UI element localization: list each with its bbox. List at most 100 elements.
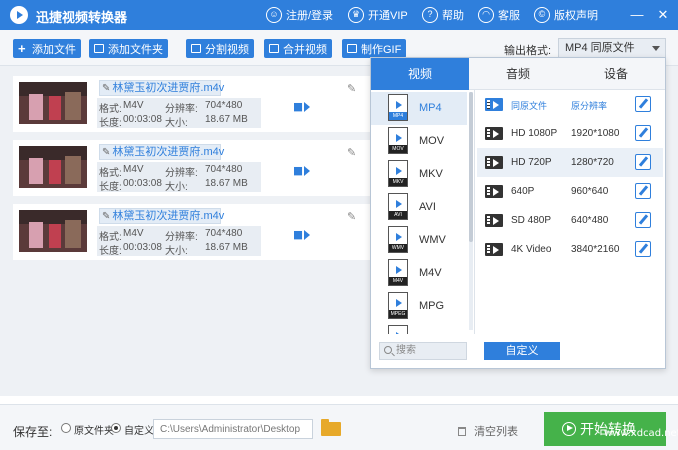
- split-video-button[interactable]: 分割视频: [186, 39, 254, 58]
- service-link[interactable]: ◠ 客服: [478, 5, 520, 25]
- close-icon[interactable]: ✕: [654, 5, 672, 25]
- format-item-mpg[interactable]: MPEG MPG: [371, 290, 467, 323]
- duration-value: 00:03:08: [123, 242, 162, 253]
- preset-name: 同原文件: [511, 101, 548, 111]
- minimize-icon[interactable]: —: [628, 5, 646, 25]
- format-item-next[interactable]: [371, 323, 467, 334]
- preset-640p[interactable]: 640P 960*640: [477, 177, 663, 206]
- preset-same-as-source[interactable]: 同原文件 原分辨率: [477, 90, 663, 119]
- file-name: 林黛玉初次进贾府.m4v: [112, 146, 225, 158]
- format-name: AVI: [419, 201, 436, 213]
- film-icon: [485, 156, 503, 169]
- file-name-field[interactable]: ✎ 林黛玉初次进贾府.m4v: [99, 144, 225, 160]
- output-format-label: 输出格式:: [504, 45, 552, 57]
- video-file-icon: M4V: [388, 259, 408, 286]
- user-icon: ☺: [266, 7, 282, 23]
- service-link-label: 客服: [498, 10, 520, 22]
- pencil-icon: ✎: [102, 147, 111, 158]
- pencil-icon[interactable]: ✎: [347, 82, 356, 95]
- copyright-icon: ©: [534, 7, 550, 23]
- preset-4k-video[interactable]: 4K Video 3840*2160: [477, 235, 663, 264]
- format-name: MP4: [419, 102, 442, 114]
- output-format-select[interactable]: MP4 同原文件: [558, 38, 666, 58]
- video-file-icon: WMV: [388, 226, 408, 253]
- format-list-scrollbar[interactable]: [469, 92, 473, 330]
- save-path-input[interactable]: [153, 419, 313, 439]
- vip-link[interactable]: ♛ 开通VIP: [348, 5, 408, 25]
- add-folder-label: 添加文件夹: [108, 43, 163, 56]
- radio-original-folder[interactable]: [61, 423, 71, 433]
- tab-device[interactable]: 设备: [567, 58, 665, 90]
- title-bar: 迅捷视频转换器 ☺ 注册/登录 ♛ 开通VIP ? 帮助 ◠ 客服 © 版权声明…: [0, 0, 678, 30]
- search-placeholder: 搜索: [396, 345, 416, 356]
- size-value: 18.67 MB: [205, 114, 248, 125]
- edit-icon[interactable]: [635, 125, 651, 141]
- edit-icon[interactable]: [635, 96, 651, 112]
- help-link[interactable]: ? 帮助: [422, 5, 464, 25]
- radio-custom-folder[interactable]: [111, 423, 121, 433]
- file-name-field[interactable]: ✎ 林黛玉初次进贾府.m4v: [99, 80, 224, 96]
- merge-video-label: 合并视频: [283, 43, 327, 56]
- watermark: www.xdcad.net: [604, 428, 678, 439]
- format-name: M4V: [419, 267, 442, 279]
- help-link-label: 帮助: [442, 10, 464, 22]
- add-folder-button[interactable]: 添加文件夹: [89, 39, 168, 58]
- edit-icon[interactable]: [635, 241, 651, 257]
- custom-preset-button[interactable]: 自定义: [484, 342, 560, 360]
- duration-value: 00:03:08: [123, 114, 162, 125]
- file-item[interactable]: ✎ 林黛玉初次进贾府.m4v 格式: M4V 分辨率: 704*480 长度: 0…: [13, 76, 373, 132]
- format-search-input[interactable]: 搜索: [379, 342, 467, 360]
- tab-video[interactable]: 视频: [371, 58, 469, 90]
- format-item-avi[interactable]: AVI AVI: [371, 191, 467, 224]
- format-item-m4v[interactable]: M4V M4V: [371, 257, 467, 290]
- size-label: 大小:: [165, 246, 188, 257]
- video-file-icon: MOV: [388, 127, 408, 154]
- preset-hd-1080p[interactable]: HD 1080P 1920*1080: [477, 119, 663, 148]
- merge-video-button[interactable]: 合并视频: [264, 39, 332, 58]
- format-item-mov[interactable]: MOV MOV: [371, 125, 467, 158]
- film-icon: [485, 127, 503, 140]
- make-gif-button[interactable]: 制作GIF: [342, 39, 407, 58]
- file-name-field[interactable]: ✎ 林黛玉初次进贾府.m4v: [99, 208, 224, 224]
- login-link-label: 注册/登录: [286, 10, 334, 22]
- login-link[interactable]: ☺ 注册/登录: [266, 5, 333, 25]
- preset-sd-480p[interactable]: SD 480P 640*480: [477, 206, 663, 235]
- file-item[interactable]: ✎ 林黛玉初次进贾府.m4v 格式: M4V 分辨率: 704*480 长度: 0…: [13, 140, 373, 196]
- edit-icon[interactable]: [635, 183, 651, 199]
- preset-hd-720p[interactable]: HD 720P 1280*720: [477, 148, 663, 177]
- chevron-down-icon: [652, 46, 660, 51]
- preset-resolution: 原分辨率: [571, 101, 608, 111]
- copyright-link[interactable]: © 版权声明: [534, 5, 598, 25]
- format-item-wmv[interactable]: WMV WMV: [371, 224, 467, 257]
- format-name: MOV: [419, 135, 445, 147]
- edit-icon[interactable]: [635, 154, 651, 170]
- pencil-icon[interactable]: ✎: [347, 210, 356, 223]
- preset-resolution: 3840*2160: [571, 244, 620, 255]
- preset-resolution: 960*640: [571, 186, 609, 197]
- format-item-mp4[interactable]: MP4 MP4: [371, 92, 467, 125]
- clear-list-button[interactable]: 清空列表: [458, 423, 518, 439]
- video-thumbnail: [19, 146, 87, 188]
- vip-link-label: 开通VIP: [368, 10, 408, 22]
- merge-icon: [269, 44, 279, 53]
- convert-arrow-icon: ▮▮: [293, 228, 310, 241]
- duration-label: 长度:: [99, 246, 122, 257]
- format-popup: 视频 音频 设备 MP4 MP4 MOV MOV MKV MKV AVI AVI…: [370, 57, 666, 369]
- headset-icon: ◠: [478, 7, 494, 23]
- add-file-button[interactable]: + 添加文件: [13, 39, 81, 58]
- gif-icon: [347, 44, 357, 53]
- resolution-value: 704*480: [205, 228, 243, 239]
- edit-icon[interactable]: [635, 212, 651, 228]
- format-item-mkv[interactable]: MKV MKV: [371, 158, 467, 191]
- size-value: 18.67 MB: [205, 178, 248, 189]
- format-value: M4V: [123, 164, 144, 175]
- pencil-icon[interactable]: ✎: [347, 146, 356, 159]
- file-item[interactable]: ✎ 林黛玉初次进贾府.m4v 格式: M4V 分辨率: 704*480 长度: 0…: [13, 204, 373, 260]
- format-label: 格式:: [99, 104, 122, 115]
- duration-label: 长度:: [99, 118, 122, 129]
- tab-audio[interactable]: 音频: [469, 58, 567, 90]
- film-icon: [485, 98, 503, 111]
- folder-icon[interactable]: [321, 419, 341, 436]
- format-list: MP4 MP4 MOV MOV MKV MKV AVI AVI WMV WMV …: [371, 90, 475, 334]
- resolution-value: 704*480: [205, 164, 243, 175]
